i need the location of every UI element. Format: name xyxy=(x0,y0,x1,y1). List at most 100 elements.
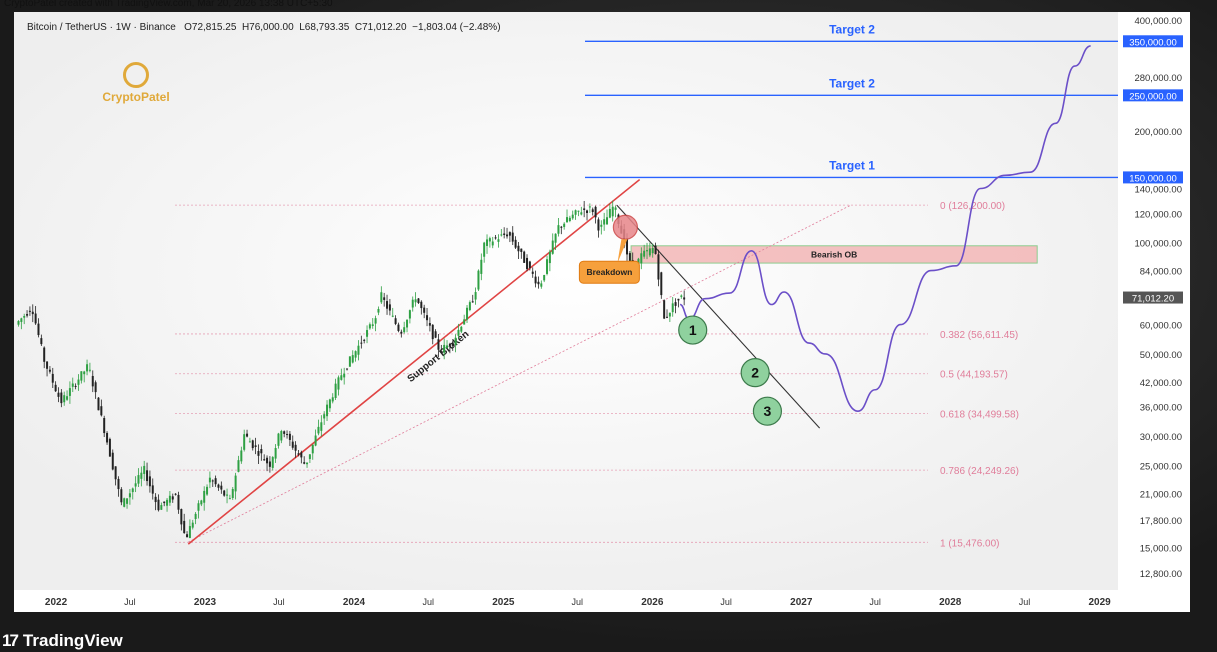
candle-body[interactable] xyxy=(314,435,317,446)
candle-body[interactable] xyxy=(80,371,83,381)
candle-body[interactable] xyxy=(40,338,43,345)
candle-body[interactable] xyxy=(460,326,463,332)
candle-body[interactable] xyxy=(471,301,474,303)
candle-body[interactable] xyxy=(494,237,497,239)
candle-body[interactable] xyxy=(577,210,580,212)
candle-body[interactable] xyxy=(654,245,657,254)
candle-body[interactable] xyxy=(491,241,494,246)
candle-body[interactable] xyxy=(397,324,400,331)
candle-body[interactable] xyxy=(283,431,286,434)
candle-body[interactable] xyxy=(68,388,71,396)
candle-body[interactable] xyxy=(200,500,203,505)
candle-body[interactable] xyxy=(474,292,477,300)
candle-body[interactable] xyxy=(383,297,386,300)
candle-body[interactable] xyxy=(203,490,206,503)
candle-body[interactable] xyxy=(246,433,249,437)
candle-body[interactable] xyxy=(363,339,366,341)
candle-body[interactable] xyxy=(440,351,443,353)
candle-body[interactable] xyxy=(480,259,483,274)
candle-body[interactable] xyxy=(537,281,540,285)
candle-body[interactable] xyxy=(568,217,571,221)
candle-body[interactable] xyxy=(51,373,54,383)
candle-body[interactable] xyxy=(226,494,229,496)
candle-body[interactable] xyxy=(140,472,143,479)
candle-body[interactable] xyxy=(551,240,554,254)
candle-body[interactable] xyxy=(20,318,23,322)
candle-body[interactable] xyxy=(586,210,589,213)
candle-body[interactable] xyxy=(271,457,274,468)
candle-body[interactable] xyxy=(528,261,531,268)
candle-body[interactable] xyxy=(500,234,503,236)
candle-body[interactable] xyxy=(408,310,411,319)
candle-body[interactable] xyxy=(666,316,669,318)
candle-body[interactable] xyxy=(120,489,123,503)
candle-body[interactable] xyxy=(437,339,440,350)
candle-body[interactable] xyxy=(554,233,557,243)
candle-body[interactable] xyxy=(674,302,677,306)
candle-body[interactable] xyxy=(386,301,389,309)
candle-body[interactable] xyxy=(337,377,340,390)
candle-body[interactable] xyxy=(531,271,534,274)
candle-body[interactable] xyxy=(508,232,511,236)
candle-body[interactable] xyxy=(534,276,537,284)
candle-body[interactable] xyxy=(160,505,163,510)
candle-body[interactable] xyxy=(326,404,329,417)
candle-body[interactable] xyxy=(188,526,191,538)
candle-body[interactable] xyxy=(143,465,146,474)
candle-body[interactable] xyxy=(368,324,371,329)
candle-body[interactable] xyxy=(28,310,31,312)
candle-body[interactable] xyxy=(451,342,454,346)
candle-body[interactable] xyxy=(546,259,549,274)
candle-body[interactable] xyxy=(177,494,180,510)
candle-body[interactable] xyxy=(171,496,174,500)
candle-body[interactable] xyxy=(406,319,409,328)
candle-body[interactable] xyxy=(671,303,674,313)
candle-body[interactable] xyxy=(31,311,34,315)
candle-body[interactable] xyxy=(57,392,60,397)
candle-body[interactable] xyxy=(208,477,211,483)
candle-body[interactable] xyxy=(77,379,80,385)
candle-body[interactable] xyxy=(497,239,500,242)
candle-body[interactable] xyxy=(380,292,383,303)
candle-body[interactable] xyxy=(174,493,177,495)
candle-body[interactable] xyxy=(648,248,651,256)
candle-body[interactable] xyxy=(91,375,94,387)
candle-body[interactable] xyxy=(311,444,314,454)
candle-body[interactable] xyxy=(100,406,103,416)
candle-body[interactable] xyxy=(88,369,91,371)
candle-body[interactable] xyxy=(148,476,151,487)
candle-body[interactable] xyxy=(411,299,414,308)
candle-body[interactable] xyxy=(83,371,86,375)
candle-body[interactable] xyxy=(134,483,137,487)
candle-body[interactable] xyxy=(511,232,514,242)
candle-body[interactable] xyxy=(677,298,680,301)
candle-body[interactable] xyxy=(594,206,597,218)
candle-body[interactable] xyxy=(403,327,406,333)
candle-body[interactable] xyxy=(600,224,603,227)
candle-body[interactable] xyxy=(331,397,334,402)
candle-body[interactable] xyxy=(443,344,446,353)
candle-body[interactable] xyxy=(340,375,343,380)
candle-body[interactable] xyxy=(388,304,391,311)
candle-body[interactable] xyxy=(137,475,140,484)
candle-body[interactable] xyxy=(606,217,609,225)
candle-body[interactable] xyxy=(268,461,271,467)
candle-body[interactable] xyxy=(146,470,149,482)
candle-body[interactable] xyxy=(488,238,491,242)
candle-body[interactable] xyxy=(574,210,577,215)
candle-body[interactable] xyxy=(191,522,194,528)
candle-body[interactable] xyxy=(588,206,591,208)
candle-body[interactable] xyxy=(94,382,97,393)
candle-body[interactable] xyxy=(611,206,614,217)
candle-body[interactable] xyxy=(297,453,300,455)
candle-body[interactable] xyxy=(608,208,611,218)
candle-body[interactable] xyxy=(423,307,426,313)
candle-body[interactable] xyxy=(63,395,66,403)
candle-body[interactable] xyxy=(151,485,154,494)
candle-body[interactable] xyxy=(417,298,420,304)
candle-body[interactable] xyxy=(371,324,374,327)
symbol-label[interactable]: Bitcoin / TetherUS · 1W · Binance xyxy=(27,22,176,33)
candle-body[interactable] xyxy=(291,441,294,448)
candle-body[interactable] xyxy=(348,356,351,367)
candle-body[interactable] xyxy=(517,245,520,252)
